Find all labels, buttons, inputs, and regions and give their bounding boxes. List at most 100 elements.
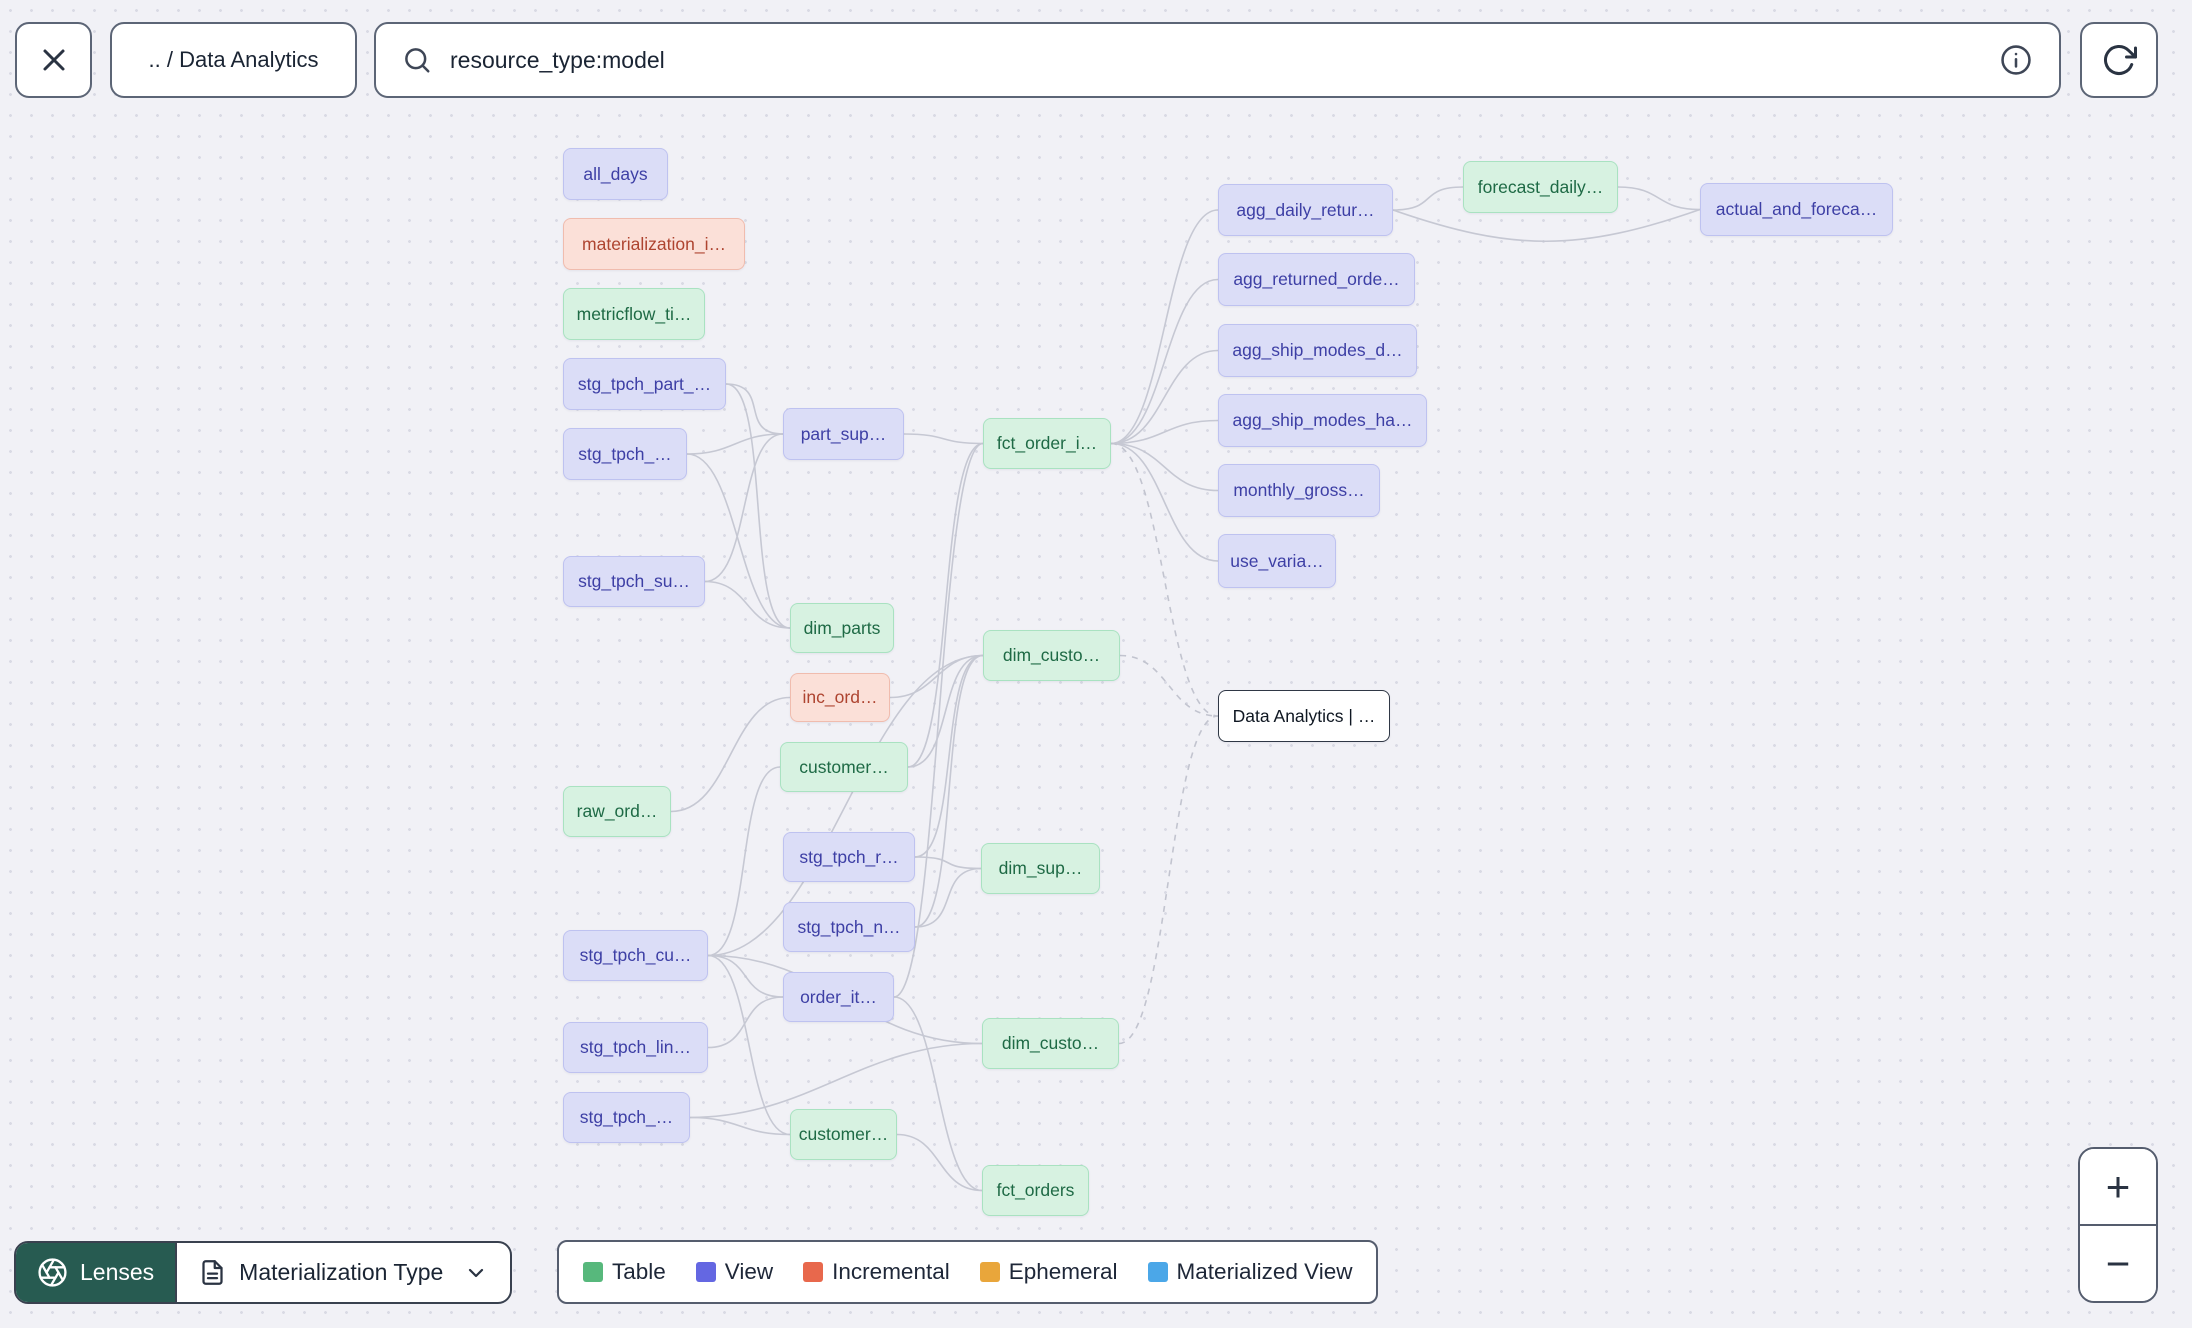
- legend-item-materialized-view: Materialized View: [1147, 1259, 1353, 1285]
- graph-node-fct_order[interactable]: fct_order_i…: [983, 418, 1111, 469]
- graph-node-metricflow[interactable]: metricflow_ti…: [563, 288, 705, 340]
- legend-label: Table: [612, 1259, 666, 1284]
- node-label: fct_orders: [996, 1180, 1075, 1200]
- node-label: agg_returned_orde…: [1233, 269, 1400, 289]
- refresh-icon: [2104, 45, 2137, 75]
- legend-item-view: View: [695, 1259, 774, 1285]
- graph-node-order_it[interactable]: order_it…: [783, 972, 894, 1022]
- graph-node-stg_5[interactable]: stg_tpch_…: [563, 428, 687, 480]
- node-label: stg_tpch_lin…: [580, 1037, 691, 1057]
- zoom-in-button[interactable]: +: [2080, 1149, 2156, 1224]
- node-label: stg_tpch_part_…: [577, 373, 712, 394]
- graph-node-part_sup[interactable]: part_sup…: [783, 408, 904, 460]
- node-label: all_days: [583, 163, 648, 184]
- graph-node-data_analytics[interactable]: Data Analytics | …: [1218, 690, 1390, 742]
- graph-node-stg_r[interactable]: stg_tpch_r…: [783, 832, 915, 882]
- node-label: stg_tpch_…: [579, 1107, 674, 1127]
- node-label: dim_sup…: [998, 858, 1083, 878]
- breadcrumb-label: .. / Data Analytics: [148, 47, 319, 72]
- search-box[interactable]: [374, 22, 2061, 98]
- node-label: monthly_gross…: [1233, 480, 1365, 500]
- search-icon: [405, 48, 430, 73]
- close-icon: [43, 49, 64, 71]
- node-label: stg_tpch_n…: [797, 916, 901, 937]
- graph-node-agg_ship_d[interactable]: agg_ship_modes_d…: [1218, 324, 1417, 377]
- graph-node-stg_b[interactable]: stg_tpch_…: [563, 1092, 690, 1143]
- breadcrumb[interactable]: .. / Data Analytics: [110, 22, 357, 98]
- graph-node-monthly[interactable]: monthly_gross…: [1218, 464, 1380, 517]
- graph-node-agg_returned[interactable]: agg_returned_orde…: [1218, 253, 1415, 306]
- legend-label: Ephemeral: [1008, 1259, 1118, 1284]
- legend-label: Incremental: [832, 1259, 950, 1284]
- zoom-control: + −: [2078, 1147, 2158, 1303]
- node-label: customer…: [799, 756, 889, 777]
- node-label: part_sup…: [800, 423, 887, 444]
- lenses-button[interactable]: Lenses: [16, 1243, 176, 1302]
- node-label: dim_custo…: [1002, 645, 1101, 665]
- graph-node-fct_orders[interactable]: fct_orders: [982, 1165, 1089, 1216]
- node-label: stg_tpch_cu…: [579, 945, 692, 965]
- node-label: actual_and_foreca…: [1715, 199, 1878, 219]
- lenses-label: Lenses: [80, 1259, 155, 1285]
- legend-swatch: [583, 1262, 603, 1282]
- legend-item-ephemeral: Ephemeral: [979, 1259, 1118, 1285]
- chevron-down-icon: [469, 1268, 484, 1277]
- node-label: dim_parts: [803, 617, 881, 638]
- lens-selector[interactable]: Materialization Type: [175, 1243, 510, 1302]
- node-label: fct_order_i…: [996, 433, 1098, 453]
- legend-item-incremental: Incremental: [803, 1259, 950, 1285]
- graph-node-agg_daily[interactable]: agg_daily_retur…: [1218, 184, 1393, 236]
- graph-node-stg_part[interactable]: stg_tpch_part_…: [563, 358, 726, 410]
- node-label: order_it…: [800, 986, 877, 1007]
- legend-label: Materialized View: [1176, 1259, 1353, 1284]
- graph-node-use_varia[interactable]: use_varia…: [1218, 534, 1336, 588]
- graph-node-stg_lin[interactable]: stg_tpch_lin…: [563, 1022, 708, 1073]
- node-label: use_varia…: [1230, 550, 1324, 571]
- legend-swatch: [979, 1262, 1000, 1282]
- node-label: agg_ship_modes_ha…: [1232, 410, 1413, 430]
- graph-node-raw_ord[interactable]: raw_ord…: [563, 786, 671, 837]
- search-input[interactable]: [450, 46, 1981, 74]
- graph-node-dim_sup[interactable]: dim_sup…: [981, 843, 1100, 894]
- zoom-out-button[interactable]: −: [2080, 1224, 2156, 1301]
- node-label: customer…: [798, 1124, 889, 1144]
- graph-node-customer_t[interactable]: customer…: [780, 742, 908, 792]
- legend-swatch: [1147, 1262, 1168, 1282]
- close-button[interactable]: [15, 22, 92, 98]
- graph-node-inc_ord[interactable]: inc_ord…: [790, 673, 890, 722]
- selected-lens-label: Materialization Type: [239, 1259, 444, 1285]
- node-label: raw_ord…: [576, 801, 658, 821]
- node-label: materialization_i…: [582, 233, 726, 254]
- node-label: stg_tpch_su…: [578, 571, 690, 591]
- node-label: stg_tpch_…: [578, 443, 672, 464]
- graph-node-mat_inc[interactable]: materialization_i…: [563, 218, 745, 270]
- graph-node-stg_su[interactable]: stg_tpch_su…: [563, 556, 705, 607]
- lens-control[interactable]: Lenses Materialization Type: [14, 1241, 513, 1304]
- node-label: agg_ship_modes_d…: [1232, 340, 1403, 360]
- node-label: forecast_daily…: [1477, 176, 1604, 197]
- lineage-explorer: { "toolbar": { "breadcrumb": ".. / Data …: [0, 0, 2192, 1328]
- legend-swatch: [803, 1262, 824, 1282]
- graph-canvas[interactable]: all_days materialization_i… metricflow_ti……: [0, 0, 2192, 1328]
- node-label: metricflow_ti…: [576, 303, 692, 324]
- graph-node-stg_n[interactable]: stg_tpch_n…: [783, 902, 915, 952]
- graph-node-stg_cu[interactable]: stg_tpch_cu…: [563, 930, 708, 981]
- materialization-legend: Table View Incremental Ephemeral Materialize…: [557, 1240, 1379, 1304]
- node-label: inc_ord…: [802, 687, 878, 707]
- graph-node-forecast[interactable]: forecast_daily…: [1463, 161, 1618, 213]
- document-icon: [202, 1260, 223, 1285]
- legend-label: View: [724, 1259, 774, 1284]
- graph-node-dim_parts[interactable]: dim_parts: [790, 603, 894, 653]
- refresh-button[interactable]: [2080, 22, 2158, 98]
- graph-node-dim_custo_b[interactable]: dim_custo…: [982, 1018, 1119, 1069]
- graph-node-agg_ship_ha[interactable]: agg_ship_modes_ha…: [1218, 394, 1427, 447]
- info-icon[interactable]: [1999, 43, 2033, 77]
- node-label: dim_custo…: [1001, 1033, 1100, 1053]
- graph-node-actual[interactable]: actual_and_foreca…: [1700, 183, 1893, 236]
- aperture-icon: [38, 1258, 67, 1287]
- graph-node-dim_custo_t[interactable]: dim_custo…: [983, 630, 1120, 681]
- graph-node-all_days[interactable]: all_days: [563, 148, 668, 200]
- legend-swatch: [695, 1262, 716, 1282]
- node-label: agg_daily_retur…: [1236, 199, 1375, 220]
- graph-node-customer_b[interactable]: customer…: [790, 1109, 897, 1160]
